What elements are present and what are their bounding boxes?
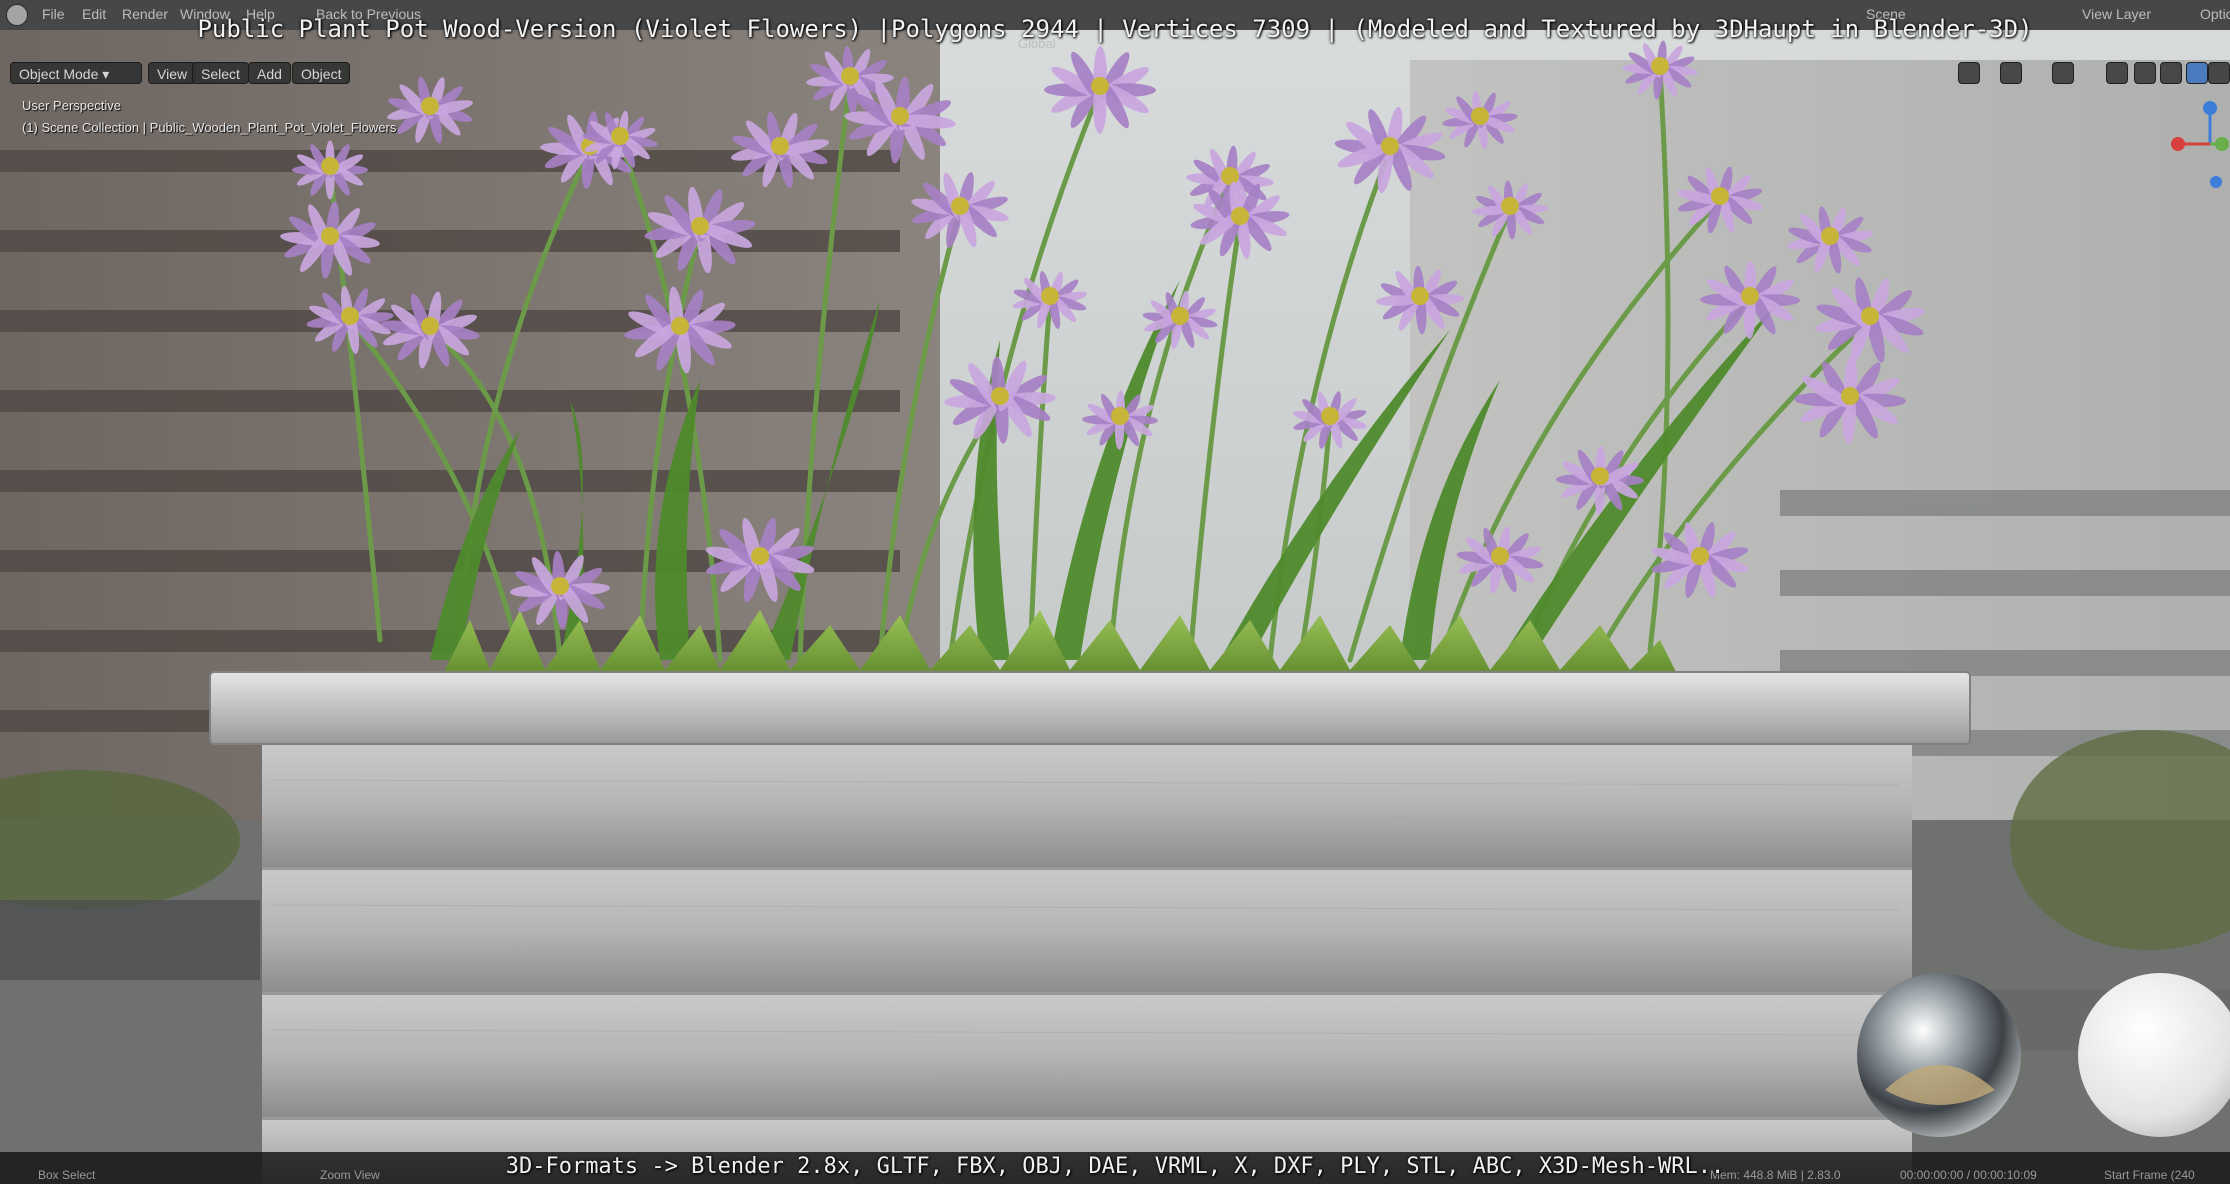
video-title-overlay: Public Plant Pot Wood-Version (Violet Fl… [197,15,2033,43]
view-menu[interactable]: View [148,62,197,84]
object-menu[interactable]: Object [292,62,351,84]
visibility-icon[interactable] [1958,62,1980,84]
blender-viewport-screenshot: File Edit Render Window Help Back to Pre… [0,0,2230,1184]
overlay-toggle-icon[interactable] [2052,62,2074,84]
xray-toggle-icon[interactable] [2106,62,2128,84]
wireframe-shading-icon[interactable] [2134,62,2156,84]
view-perspective-label: User Perspective [22,98,121,113]
gizmo-toggle-icon[interactable] [2000,62,2022,84]
scene-collection-label: (1) Scene Collection | Public_Wooden_Pla… [22,120,397,135]
viewport-render [0,0,2230,1184]
formats-overlay: 3D-Formats -> Blender 2.8x, GLTF, FBX, O… [505,1154,1725,1179]
add-menu[interactable]: Add [248,62,291,84]
rendered-shading-icon[interactable] [2208,62,2230,84]
object-mode-dropdown[interactable]: Object Mode ▾ [10,62,142,84]
solid-shading-icon[interactable] [2160,62,2182,84]
viewport-shading-icon[interactable] [2186,62,2208,84]
navigation-gizmo-icon[interactable] [2160,96,2230,192]
object-mode-label: Object Mode [19,66,99,82]
transform-orientation-dropdown[interactable]: Global [1018,36,1056,51]
select-menu[interactable]: Select [192,62,249,84]
